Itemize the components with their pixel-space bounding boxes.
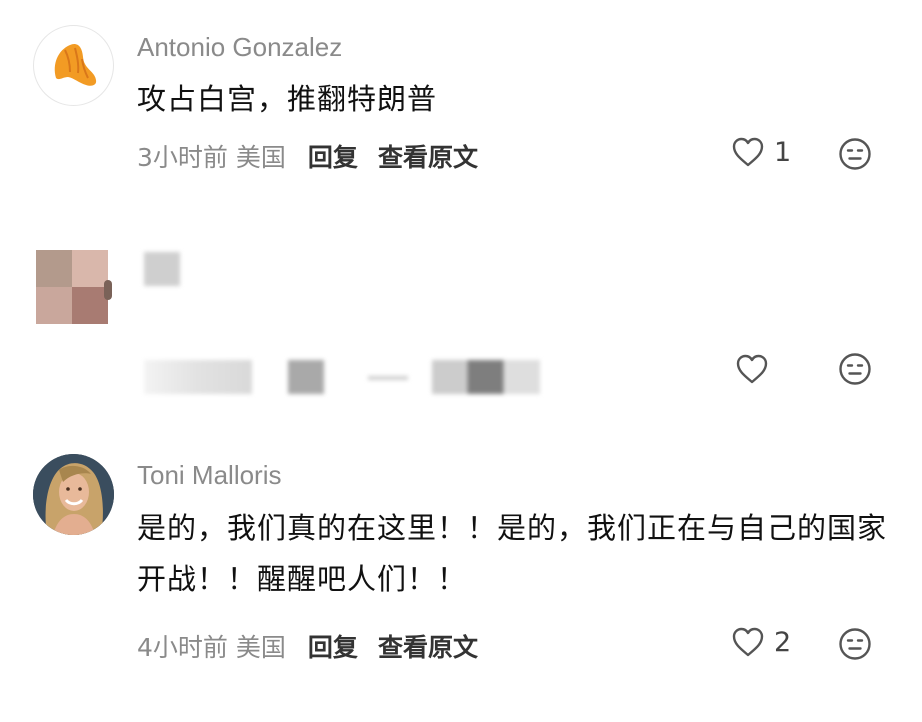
- username[interactable]: Toni Malloris: [137, 460, 282, 491]
- reply-button[interactable]: 回复: [308, 138, 358, 174]
- like-button[interactable]: 2: [731, 626, 791, 658]
- redacted-meta: [144, 360, 252, 394]
- view-original-button[interactable]: 查看原文: [378, 138, 478, 174]
- comment-text: 攻占白宫，推翻特朗普: [137, 82, 438, 116]
- location: 美国: [235, 633, 286, 662]
- emoji-reaction-button[interactable]: [838, 627, 872, 665]
- comment-3: Toni Malloris 是的，我们真的在这里！！是的，我们正在与自己的国家开…: [0, 440, 922, 722]
- location: 美国: [235, 143, 286, 172]
- heart-outline-icon: [732, 137, 764, 167]
- user-avatar[interactable]: [33, 25, 114, 106]
- profile-photo-icon: [33, 454, 114, 535]
- heart-outline-icon: [736, 354, 768, 384]
- comment-meta: 4小时前 美国 回复 查看原文: [137, 628, 478, 664]
- like-button[interactable]: [735, 353, 769, 385]
- timestamp: 4小时前: [137, 633, 228, 662]
- like-count: 1: [774, 136, 792, 168]
- croissant-icon: [54, 43, 97, 86]
- emoji-reaction-button[interactable]: [838, 352, 872, 390]
- view-original-button[interactable]: 查看原文: [378, 628, 478, 664]
- redacted-username: [144, 252, 180, 286]
- emoji-face-icon: [839, 138, 871, 170]
- comment-1: Antonio Gonzalez 攻占白宫，推翻特朗普 3小时前 美国 回复 查…: [0, 0, 922, 200]
- redacted-original: [432, 360, 540, 394]
- emoji-face-icon: [839, 353, 871, 385]
- comment-text: 是的，我们真的在这里！！是的，我们正在与自己的国家开战！！醒醒吧人们！！: [137, 511, 888, 596]
- username[interactable]: Antonio Gonzalez: [137, 32, 342, 63]
- comment-2-redacted: [0, 230, 922, 430]
- user-avatar[interactable]: [33, 454, 114, 535]
- emoji-face-icon: [839, 628, 871, 660]
- reply-button[interactable]: 回复: [308, 628, 358, 664]
- like-count: 2: [774, 626, 792, 658]
- heart-outline-icon: [732, 627, 764, 657]
- pixelated-avatar[interactable]: [36, 250, 112, 324]
- emoji-reaction-button[interactable]: [838, 137, 872, 175]
- redacted-reply: [288, 360, 324, 394]
- redacted-dash: [368, 376, 408, 380]
- timestamp: 3小时前: [137, 143, 228, 172]
- like-button[interactable]: 1: [731, 136, 791, 168]
- comment-meta: 3小时前 美国 回复 查看原文: [137, 138, 478, 174]
